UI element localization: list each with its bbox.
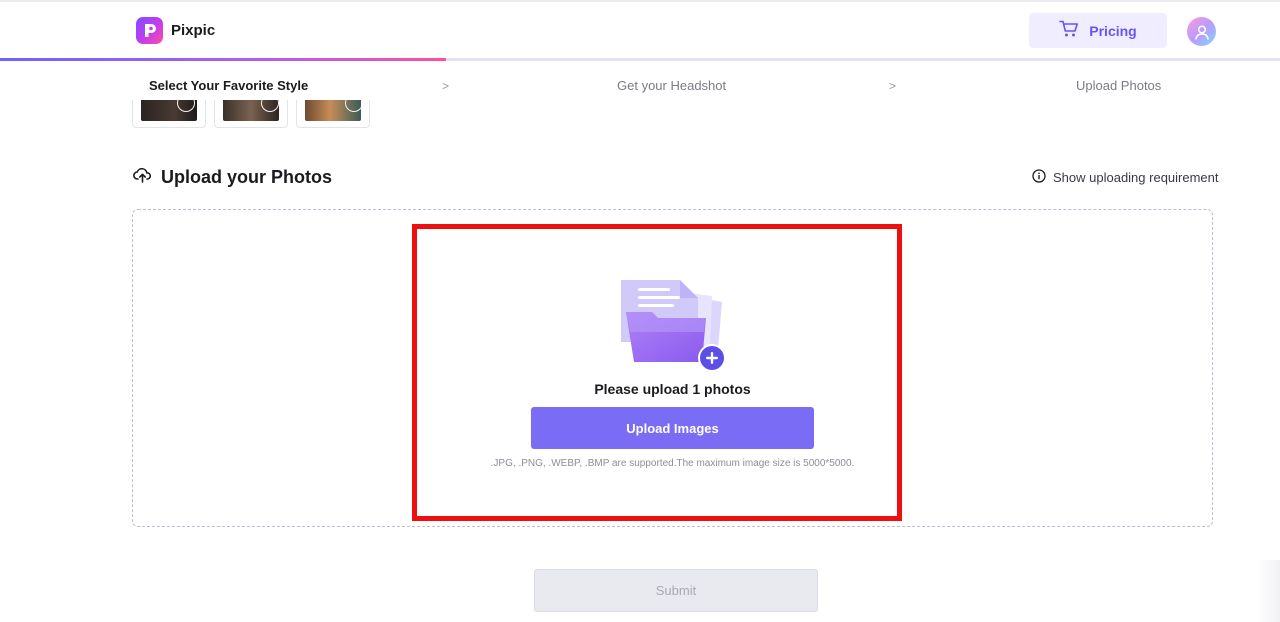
page-edge-fade bbox=[1256, 560, 1280, 622]
step-separator: > bbox=[442, 79, 450, 93]
folder-add-icon[interactable] bbox=[618, 276, 730, 379]
show-requirement-label: Show uploading requirement bbox=[1053, 170, 1219, 185]
step-select-style[interactable]: Select Your Favorite Style bbox=[149, 78, 308, 93]
submit-button[interactable]: Submit bbox=[534, 569, 818, 612]
pixpic-logo-icon bbox=[136, 17, 163, 44]
style-thumbnail-image bbox=[305, 100, 361, 121]
pricing-button[interactable]: Pricing bbox=[1029, 13, 1167, 48]
upload-section-header: Upload your Photos bbox=[133, 166, 332, 188]
style-thumbnail-image bbox=[223, 100, 279, 121]
cart-icon bbox=[1059, 20, 1079, 41]
cloud-upload-icon bbox=[133, 166, 152, 188]
info-circle-icon bbox=[1032, 169, 1046, 186]
style-thumbnail[interactable] bbox=[296, 100, 370, 128]
show-requirement-link[interactable]: Show uploading requirement bbox=[1032, 169, 1219, 186]
step-get-headshot[interactable]: Get your Headshot bbox=[617, 78, 726, 93]
style-thumbnail[interactable] bbox=[214, 100, 288, 128]
upload-message: Please upload 1 photos bbox=[594, 381, 751, 397]
upload-images-button[interactable]: Upload Images bbox=[531, 407, 814, 449]
logo[interactable]: Pixpic bbox=[136, 17, 215, 44]
pricing-label: Pricing bbox=[1089, 22, 1137, 39]
style-thumbnail-image bbox=[141, 100, 197, 121]
step-separator: > bbox=[889, 79, 897, 93]
supported-formats-text: .JPG, .PNG, .WEBP, .BMP are supported.Th… bbox=[490, 458, 855, 469]
user-avatar-icon[interactable] bbox=[1187, 17, 1216, 46]
page: Pixpic Pricing Select Your Favorite Styl… bbox=[0, 0, 1280, 622]
header: Pixpic Pricing bbox=[0, 2, 1280, 58]
upload-section-title: Upload your Photos bbox=[161, 166, 332, 187]
app-name: Pixpic bbox=[171, 22, 216, 39]
progress-fill bbox=[0, 58, 446, 61]
style-thumbnails bbox=[132, 100, 370, 128]
step-upload-photos[interactable]: Upload Photos bbox=[1076, 78, 1161, 93]
style-thumbnail[interactable] bbox=[132, 100, 206, 128]
